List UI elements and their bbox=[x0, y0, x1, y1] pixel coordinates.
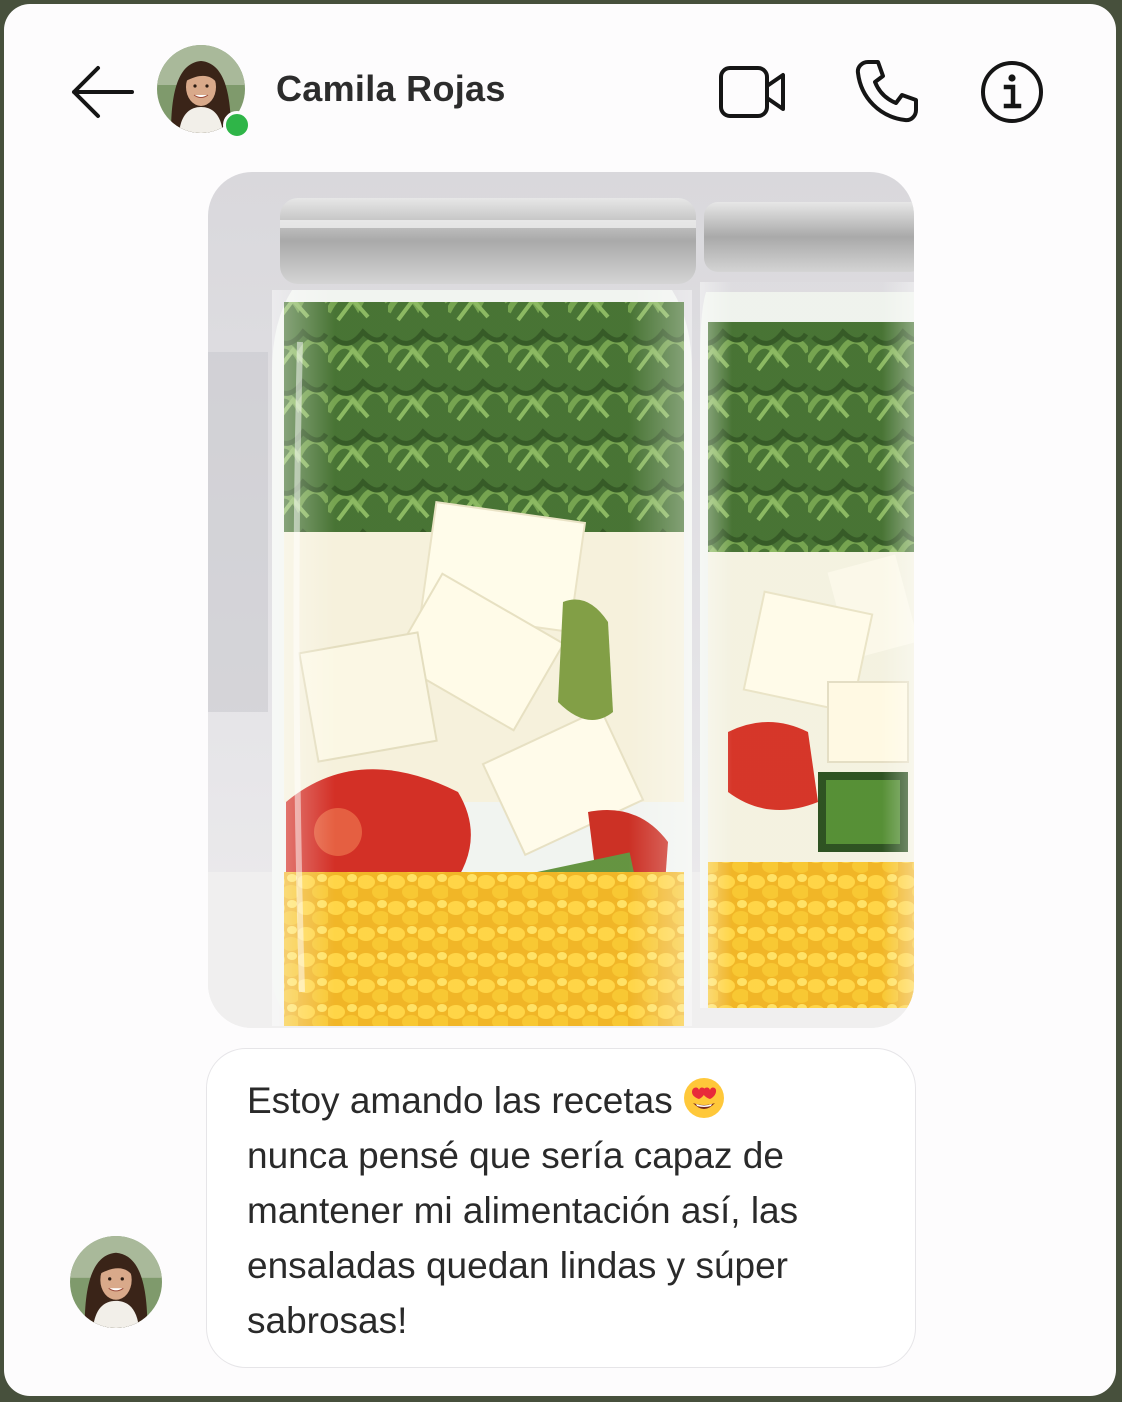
message-line-1: Estoy amando las recetas bbox=[247, 1080, 683, 1121]
info-icon bbox=[981, 61, 1043, 123]
message-line-2: nunca pensé que sería capaz de mantener … bbox=[247, 1135, 809, 1341]
video-camera-icon bbox=[719, 66, 785, 118]
voice-call-button[interactable] bbox=[850, 56, 922, 128]
chat-screen: Camila Rojas Estoy amando las recetas nu… bbox=[4, 4, 1116, 1396]
back-button[interactable] bbox=[66, 60, 138, 124]
contact-avatar-container[interactable] bbox=[157, 45, 253, 141]
avatar bbox=[70, 1236, 162, 1328]
contact-name[interactable]: Camila Rojas bbox=[276, 68, 506, 110]
heart-eyes-emoji bbox=[684, 1078, 724, 1118]
image-message[interactable] bbox=[208, 172, 914, 1028]
info-button[interactable] bbox=[976, 56, 1048, 128]
phone-icon bbox=[855, 60, 918, 123]
arrow-left-icon bbox=[72, 66, 134, 118]
text-message-bubble[interactable]: Estoy amando las recetas nunca pensé que… bbox=[206, 1048, 916, 1368]
message-text: Estoy amando las recetas nunca pensé que… bbox=[247, 1073, 885, 1348]
salad-jars-photo bbox=[208, 172, 914, 1028]
video-call-button[interactable] bbox=[716, 56, 788, 128]
online-status-indicator bbox=[223, 111, 251, 139]
sender-avatar[interactable] bbox=[70, 1236, 162, 1328]
